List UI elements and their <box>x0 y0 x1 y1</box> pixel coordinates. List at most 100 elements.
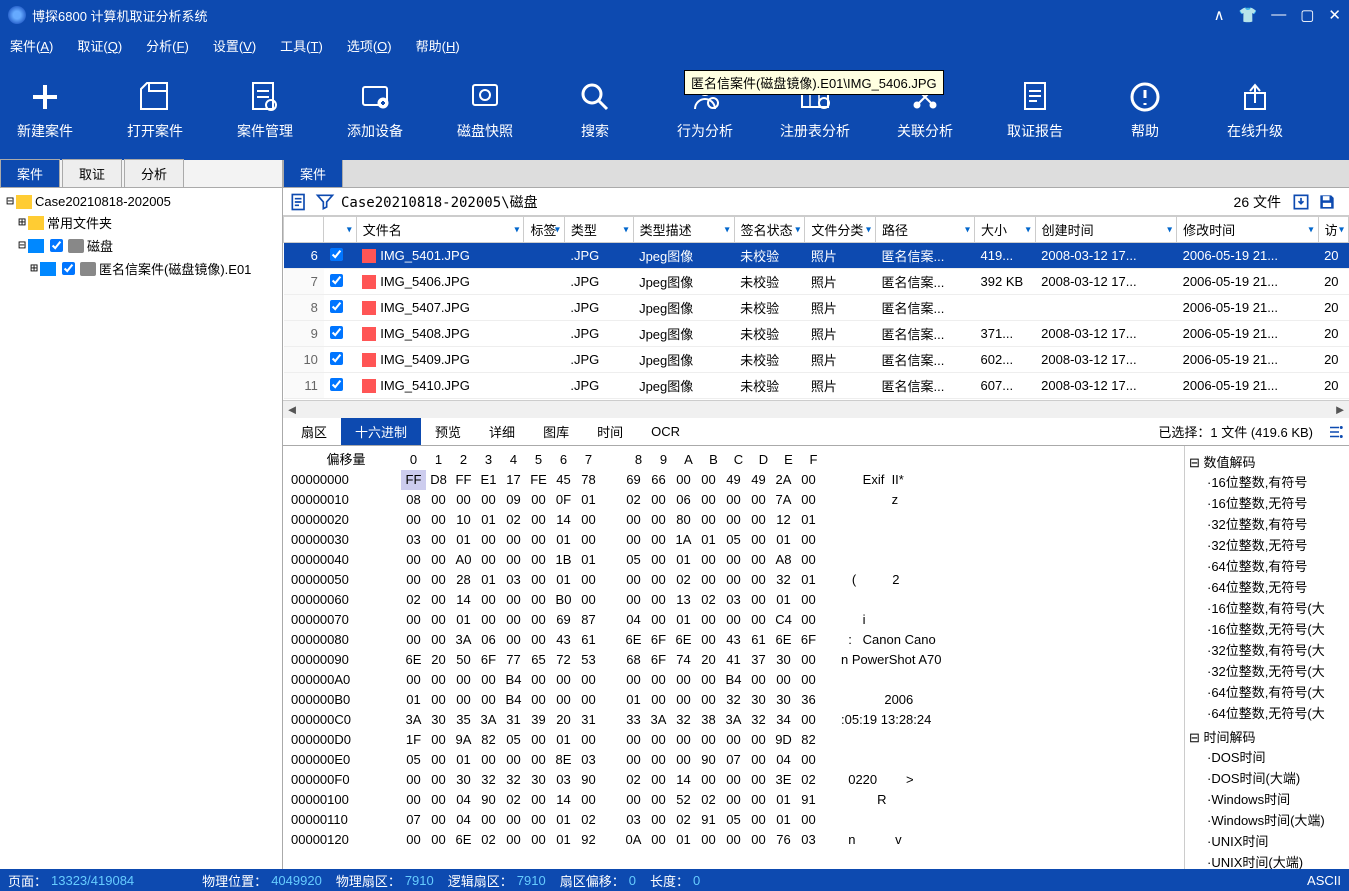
toolbar-btn-5[interactable]: 搜索 <box>560 79 630 141</box>
scroll-right-icon[interactable]: ► <box>1331 402 1349 417</box>
decode-item[interactable]: ·16位整数,有符号(大 <box>1189 597 1345 618</box>
col-header-10[interactable]: 修改时间▾ <box>1177 217 1318 243</box>
bottom-tab-5[interactable]: 时间 <box>583 418 637 445</box>
hex-main[interactable]: 偏移量 0123456789ABCDEF 00000000FFD8FFE117F… <box>283 446 1184 869</box>
menu-item-4[interactable]: 工具(T) <box>280 36 323 55</box>
table-row[interactable]: 11IMG_5410.JPG.JPGJpeg图像未校验照片匿名信案...607.… <box>284 373 1349 399</box>
bottom-tab-4[interactable]: 图库 <box>529 418 583 445</box>
hex-row[interactable]: 0000005000002801030001000000020000003201… <box>291 570 1176 590</box>
row-checkbox[interactable] <box>330 300 343 313</box>
col-header-8[interactable]: 大小▾ <box>975 217 1036 243</box>
decode-item[interactable]: ·32位整数,有符号(大 <box>1189 639 1345 660</box>
hex-row[interactable]: 0000012000006E02000001920A00010000007603… <box>291 830 1176 850</box>
toolbar-btn-9[interactable]: 取证报告 <box>1000 79 1070 141</box>
col-header-9[interactable]: 创建时间▾ <box>1035 217 1176 243</box>
decode-item[interactable]: ·16位整数,无符号 <box>1189 492 1345 513</box>
bottom-tab-2[interactable]: 预览 <box>421 418 475 445</box>
maximize-icon[interactable]: ▢ <box>1300 6 1314 24</box>
col-header-4[interactable]: 类型描述▾ <box>633 217 734 243</box>
tree-common-folder[interactable]: ⊞ 常用文件夹 <box>4 211 278 234</box>
sidebar-tab-2[interactable]: 分析 <box>124 159 184 187</box>
bottom-tab-6[interactable]: OCR <box>637 420 694 443</box>
toolbar-btn-0[interactable]: 新建案件 <box>10 79 80 141</box>
row-checkbox[interactable] <box>330 326 343 339</box>
minimize-icon[interactable]: — <box>1271 6 1286 24</box>
report-icon[interactable] <box>289 192 309 212</box>
col-header-5[interactable]: 签名状态▾ <box>734 217 805 243</box>
decode-item[interactable]: ·DOS时间(大端) <box>1189 767 1345 788</box>
hex-row[interactable]: 0000002000001001020014000000800000001201 <box>291 510 1176 530</box>
bottom-tab-1[interactable]: 十六进制 <box>341 418 421 445</box>
hex-row[interactable]: 0000008000003A06000043616E6F6E0043616E6F… <box>291 630 1176 650</box>
row-checkbox[interactable] <box>330 378 343 391</box>
table-row[interactable]: 10IMG_5409.JPG.JPGJpeg图像未校验照片匿名信案...602.… <box>284 347 1349 373</box>
decode-group-header[interactable]: ⊟ 数值解码 <box>1189 452 1345 471</box>
decode-item[interactable]: ·32位整数,无符号 <box>1189 534 1345 555</box>
hex-row[interactable]: 0000010000000490020014000000520200000191… <box>291 790 1176 810</box>
decode-item[interactable]: ·64位整数,有符号(大 <box>1189 681 1345 702</box>
sidebar-tab-1[interactable]: 取证 <box>62 159 122 187</box>
decode-item[interactable]: ·64位整数,有符号 <box>1189 555 1345 576</box>
pin-icon[interactable]: ∧ <box>1214 6 1225 24</box>
col-header-6[interactable]: 文件分类▾ <box>805 217 876 243</box>
expand-icon[interactable]: ⊞ <box>28 261 40 276</box>
toolbar-btn-6[interactable]: 行为分析 <box>670 79 740 141</box>
tree-image-file[interactable]: ⊞ 匿名信案件(磁盘镜像).E01 <box>4 257 278 280</box>
close-icon[interactable]: ✕ <box>1328 6 1341 24</box>
hex-row[interactable]: 000000B001000000B40000000100000032303036… <box>291 690 1176 710</box>
toolbar-btn-11[interactable]: 在线升级 <box>1220 79 1290 141</box>
collapse-icon[interactable]: ⊟ <box>16 238 28 253</box>
toolbar-btn-4[interactable]: 磁盘快照 <box>450 79 520 141</box>
menu-item-6[interactable]: 帮助(H) <box>416 36 460 55</box>
decode-item[interactable]: ·Windows时间(大端) <box>1189 809 1345 830</box>
h-scrollbar[interactable]: ◄ ► <box>283 400 1349 418</box>
shirt-icon[interactable]: 👕 <box>1239 6 1258 24</box>
menu-item-2[interactable]: 分析(F) <box>146 36 189 55</box>
decode-item[interactable]: ·16位整数,无符号(大 <box>1189 618 1345 639</box>
decode-item[interactable]: ·64位整数,无符号(大 <box>1189 702 1345 723</box>
menu-item-5[interactable]: 选项(O) <box>347 36 392 55</box>
toolbar-btn-1[interactable]: 打开案件 <box>120 79 190 141</box>
tree-checkbox[interactable] <box>62 262 75 275</box>
table-row[interactable]: 8IMG_5407.JPG.JPGJpeg图像未校验照片匿名信案...2006-… <box>284 295 1349 321</box>
decode-item[interactable]: ·32位整数,有符号 <box>1189 513 1345 534</box>
hex-row[interactable]: 000000E00500010000008E030000009007000400 <box>291 750 1176 770</box>
hex-row[interactable]: 000000906E20506F77657253686F742041373000… <box>291 650 1176 670</box>
save-icon[interactable] <box>1317 192 1337 212</box>
decode-item[interactable]: ·UNIX时间(大端) <box>1189 851 1345 869</box>
toolbar-btn-7[interactable]: 注册表分析 <box>780 79 850 141</box>
scroll-left-icon[interactable]: ◄ <box>283 402 301 417</box>
hex-row[interactable]: 000000400000A00000001B01050001000000A800 <box>291 550 1176 570</box>
tab-case[interactable]: 案件 <box>283 160 343 187</box>
hex-row[interactable]: 000000D01F009A82050001000000000000009D82 <box>291 730 1176 750</box>
hex-row[interactable]: 00000060020014000000B0000000130203000100 <box>291 590 1176 610</box>
table-row[interactable]: 6IMG_5401.JPG.JPGJpeg图像未校验照片匿名信案...419..… <box>284 243 1349 269</box>
decode-item[interactable]: ·UNIX时间 <box>1189 830 1345 851</box>
toolbar-btn-3[interactable]: 添加设备 <box>340 79 410 141</box>
decode-item[interactable]: ·16位整数,有符号 <box>1189 471 1345 492</box>
toolbar-btn-10[interactable]: 帮助 <box>1110 79 1180 141</box>
menu-item-0[interactable]: 案件(A) <box>10 36 53 55</box>
menu-item-3[interactable]: 设置(V) <box>213 36 256 55</box>
tree-checkbox[interactable] <box>50 239 63 252</box>
bottom-tab-0[interactable]: 扇区 <box>287 418 341 445</box>
row-checkbox[interactable] <box>330 274 343 287</box>
hex-row[interactable]: 000000A000000000B400000000000000B4000000 <box>291 670 1176 690</box>
hex-row[interactable]: 000000100800000009000F010200060000007A00… <box>291 490 1176 510</box>
col-header-0[interactable]: ▾ <box>324 217 356 243</box>
hex-row[interactable]: 00000030030001000000010000001A0105000100 <box>291 530 1176 550</box>
toolbar-btn-2[interactable]: 案件管理 <box>230 79 300 141</box>
tree-disk[interactable]: ⊟ 磁盘 <box>4 234 278 257</box>
sidebar-tab-0[interactable]: 案件 <box>0 159 60 187</box>
decode-item[interactable]: ·Windows时间 <box>1189 788 1345 809</box>
tree-case-root[interactable]: ⊟ Case20210818-202005 <box>4 192 278 211</box>
col-header-2[interactable]: 标签▾ <box>524 217 564 243</box>
col-header-1[interactable]: 文件名▾ <box>356 217 524 243</box>
filter-icon[interactable] <box>315 192 335 212</box>
decode-item[interactable]: ·32位整数,无符号(大 <box>1189 660 1345 681</box>
hex-row[interactable]: 0000011007000400000001020300029105000100 <box>291 810 1176 830</box>
decode-group-header[interactable]: ⊟ 时间解码 <box>1189 727 1345 746</box>
hex-row[interactable]: 00000000FFD8FFE117FE45786966000049492A00… <box>291 470 1176 490</box>
col-rownum[interactable] <box>284 217 324 243</box>
col-header-7[interactable]: 路径▾ <box>876 217 975 243</box>
